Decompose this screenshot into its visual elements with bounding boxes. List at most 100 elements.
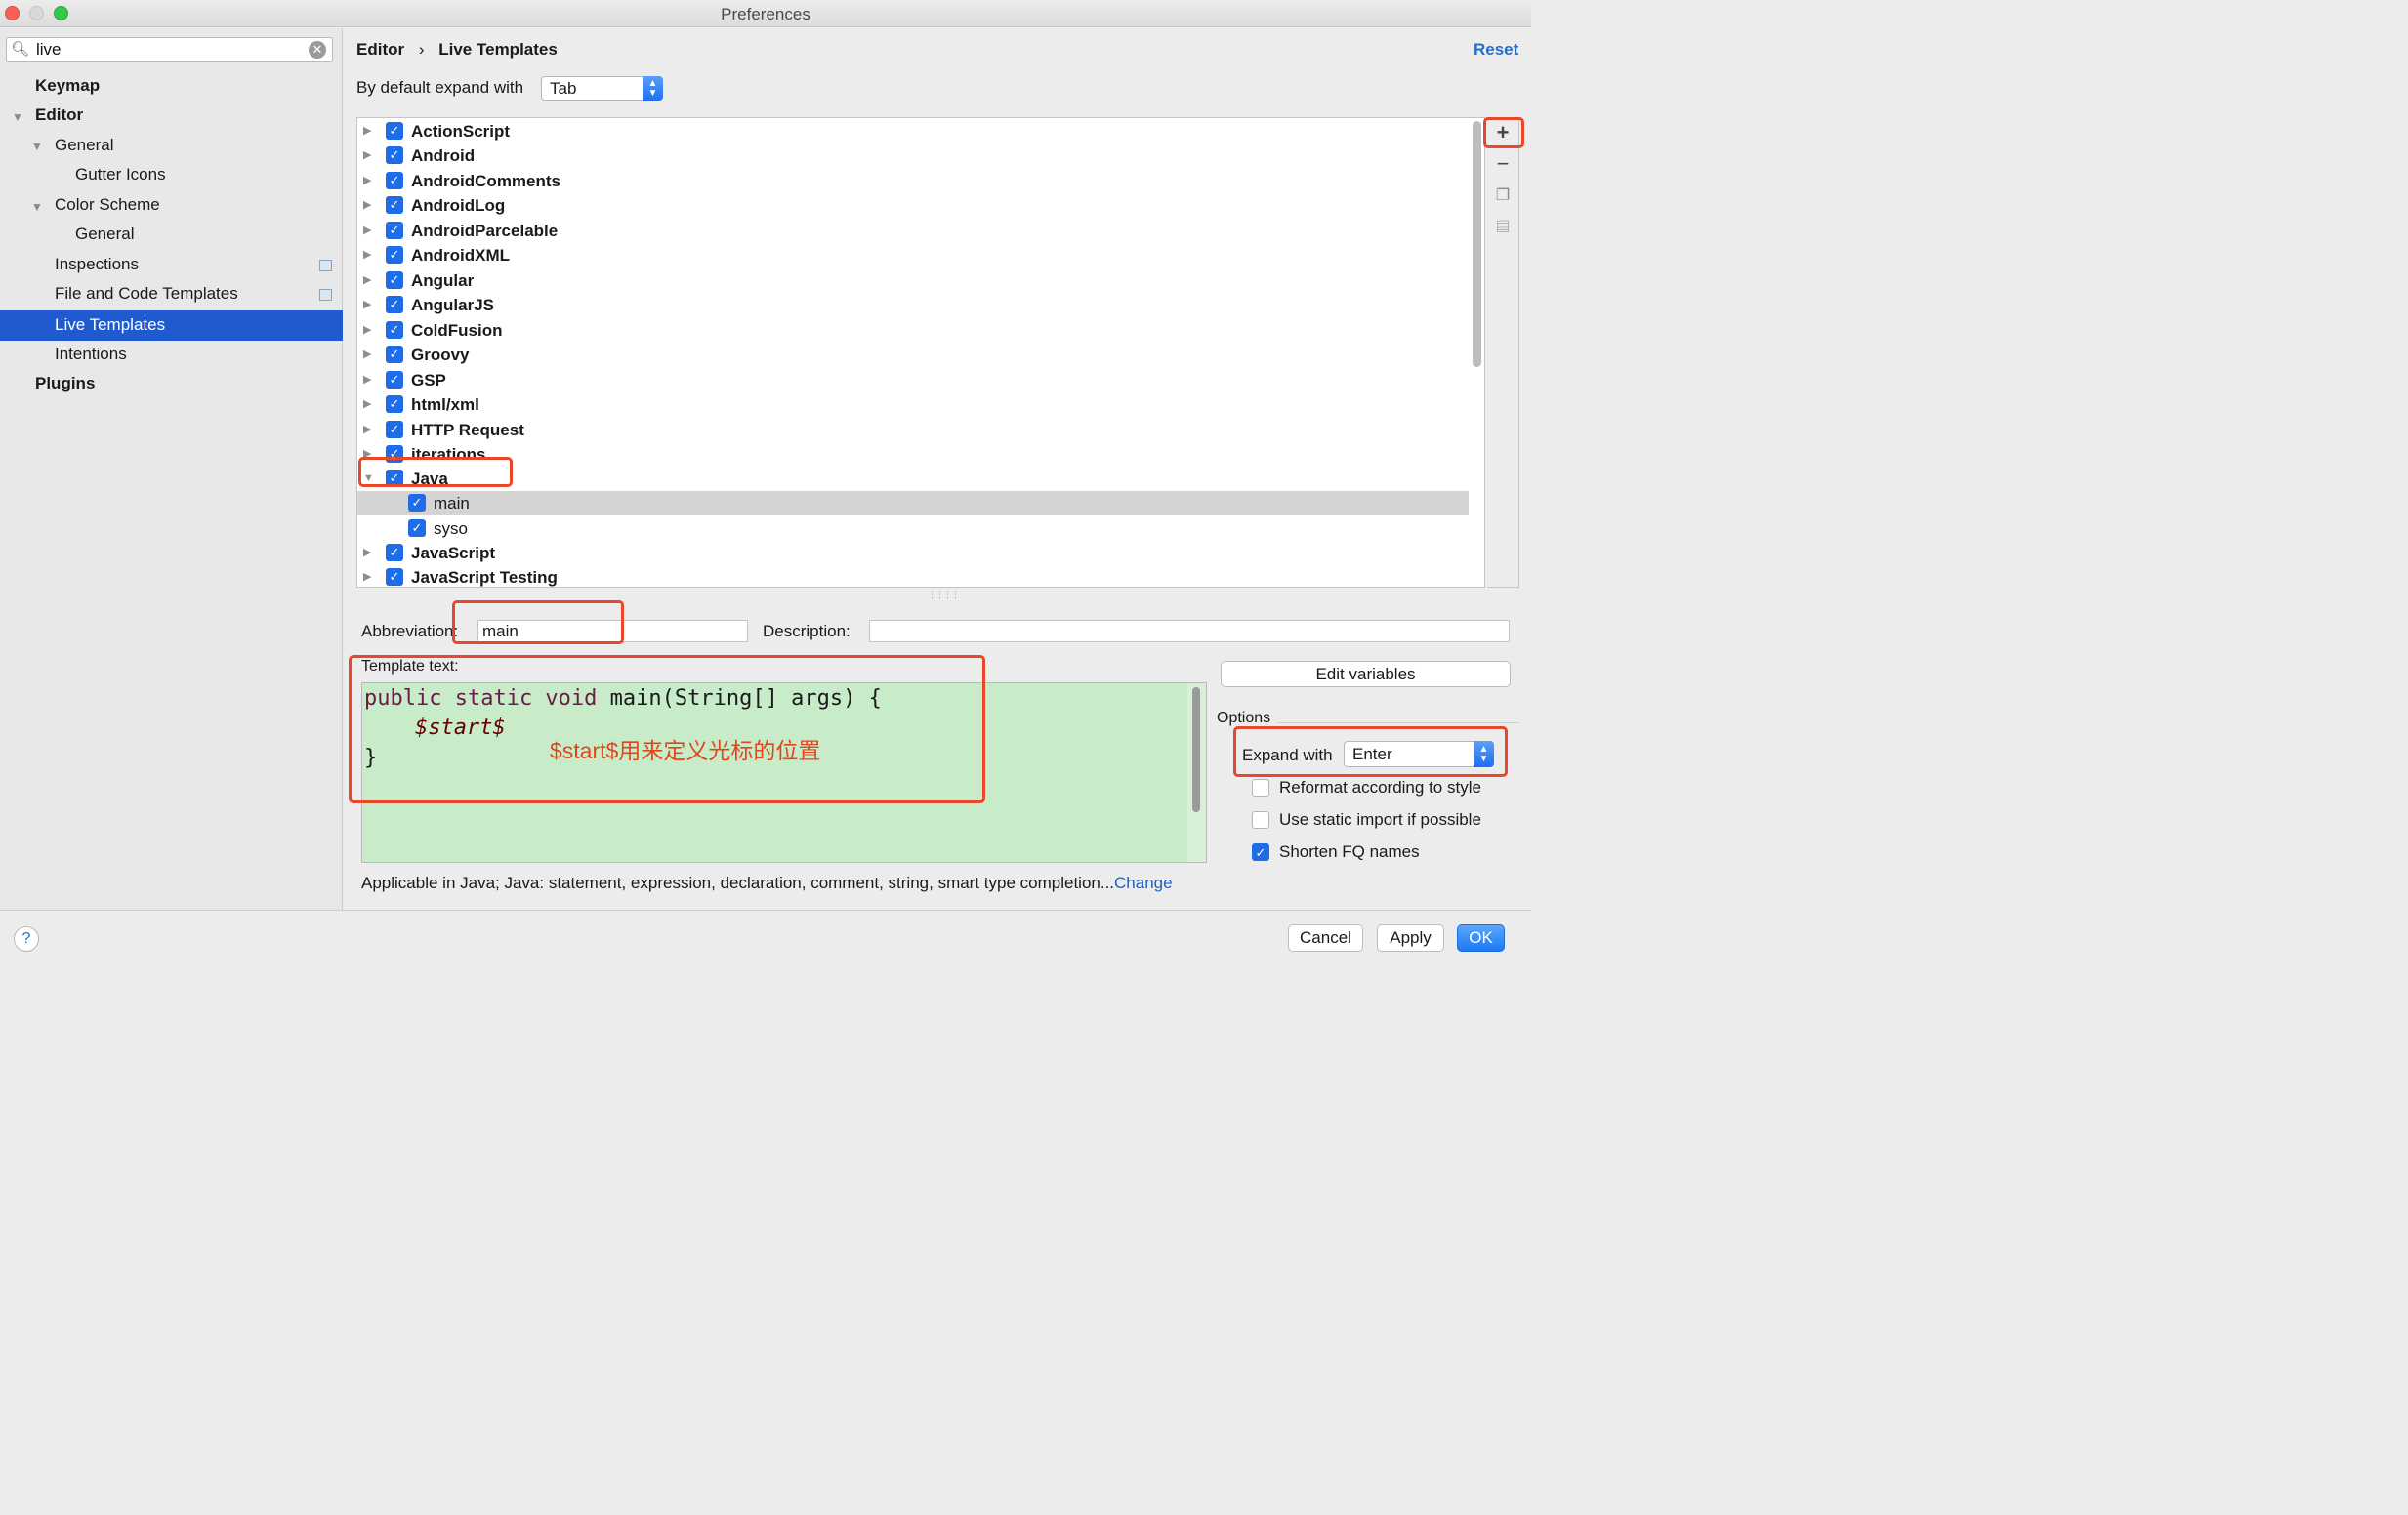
group-checkbox[interactable]: ✓ [386,172,403,189]
template-row-main[interactable]: ✓ main [357,491,1469,515]
window-title: Preferences [721,5,810,23]
ok-button[interactable]: OK [1457,924,1505,952]
group-checkbox[interactable]: ✓ [386,271,403,289]
editor-scrollbar[interactable] [1192,687,1200,812]
template-group-row[interactable]: ▶ ✓ html/xml [357,392,1469,417]
static-import-checkbox[interactable] [1252,811,1269,829]
collapsed-arrow-icon[interactable]: ▶ [363,119,371,143]
group-checkbox[interactable]: ✓ [386,122,403,140]
edit-variables-button[interactable]: Edit variables [1221,661,1511,687]
template-group-row[interactable]: ▶ ✓ HTTP Request [357,418,1469,442]
search-icon[interactable]: 🔍︎ [11,40,29,58]
group-label: html/xml [411,395,479,414]
collapsed-arrow-icon[interactable]: ▶ [363,268,371,293]
template-group-row[interactable]: ▶ ✓ Angular [357,268,1469,293]
reset-link[interactable]: Reset [1474,40,1518,60]
sidebar-item-file-and-code-templates[interactable]: File and Code Templates [55,279,238,308]
template-group-row[interactable]: ▶ ✓ JavaScript Testing [357,565,1469,587]
collapsed-arrow-icon[interactable]: ▶ [363,368,371,392]
group-checkbox[interactable]: ✓ [386,222,403,239]
default-expand-label: By default expand with [356,78,524,97]
collapsed-arrow-icon[interactable]: ▶ [363,193,371,218]
template-group-row[interactable]: ▶ ✓ ColdFusion [357,318,1469,343]
template-group-row[interactable]: ▶ ✓ AndroidLog [357,193,1469,218]
group-checkbox[interactable]: ✓ [386,395,403,413]
group-label: AngularJS [411,296,495,314]
group-checkbox[interactable]: ✓ [386,296,403,313]
group-checkbox[interactable]: ✓ [386,246,403,264]
collapsed-arrow-icon[interactable]: ▶ [363,219,371,243]
copy-icon[interactable]: ❐ [1491,184,1515,208]
sidebar-item-plugins[interactable]: Plugins [35,369,95,398]
template-group-row[interactable]: ▶ ✓ AndroidComments [357,169,1469,193]
template-row-syso[interactable]: ✓ syso [357,516,1469,541]
group-checkbox[interactable]: ✓ [386,346,403,363]
sidebar-item-general[interactable]: General [55,131,113,160]
settings-search-field[interactable]: 🔍︎ live ✕ [6,37,333,62]
group-label: ColdFusion [411,321,503,340]
reformat-checkbox[interactable] [1252,779,1269,797]
template-group-row[interactable]: ▶ ✓ ActionScript [357,119,1469,143]
templates-scrollbar[interactable] [1473,121,1481,367]
collapsed-arrow-icon[interactable]: ▶ [363,318,371,343]
template-group-row[interactable]: ▶ ✓ JavaScript [357,541,1469,565]
collapsed-arrow-icon[interactable]: ▶ [363,243,371,267]
expanded-arrow-icon[interactable]: ▼ [31,200,43,214]
group-checkbox[interactable]: ✓ [386,421,403,438]
group-label: JavaScript [411,544,495,562]
collapsed-arrow-icon[interactable]: ▶ [363,169,371,193]
shorten-fq-checkbox[interactable]: ✓ [1252,843,1269,861]
collapsed-arrow-icon[interactable]: ▶ [363,343,371,367]
template-group-row[interactable]: ▶ ✓ GSP [357,368,1469,392]
splitter-grip[interactable]: ⋮⋮⋮⋮ [928,590,960,600]
template-group-row[interactable]: ▶ ✓ iterations [357,442,1469,467]
remove-icon[interactable]: − [1491,152,1515,176]
collapsed-arrow-icon[interactable]: ▶ [363,392,371,417]
template-group-row[interactable]: ▶ ✓ AndroidParcelable [357,219,1469,243]
title-bar: Preferences [0,0,1531,27]
apply-button[interactable]: Apply [1377,924,1444,952]
collapsed-arrow-icon[interactable]: ▶ [363,293,371,317]
expanded-arrow-icon[interactable]: ▼ [31,140,43,153]
breadcrumb-parent[interactable]: Editor [356,40,404,59]
group-checkbox[interactable]: ✓ [386,146,403,164]
sidebar-item-intentions[interactable]: Intentions [55,340,127,369]
group-checkbox[interactable]: ✓ [386,568,403,586]
expanded-arrow-icon[interactable]: ▼ [12,110,23,124]
sidebar-item-keymap[interactable]: Keymap [35,71,100,101]
template-checkbox[interactable]: ✓ [408,519,426,537]
collapsed-arrow-icon[interactable]: ▶ [363,143,371,168]
sidebar-item-live-templates[interactable]: Live Templates [55,310,165,340]
template-group-row[interactable]: ▶ ✓ AngularJS [357,293,1469,317]
annotation-box-add [1483,117,1524,148]
collapsed-arrow-icon[interactable]: ▶ [363,541,371,565]
group-label: AndroidComments [411,172,560,190]
sidebar-item-editor[interactable]: Editor [35,101,83,130]
group-label: AndroidParcelable [411,222,559,240]
restore-icon[interactable]: ▤ [1491,215,1515,238]
default-expand-select[interactable]: Tab ▲ ▼ [541,76,663,101]
reformat-label: Reformat according to style [1279,778,1481,797]
clear-search-icon[interactable]: ✕ [309,41,326,59]
group-checkbox[interactable]: ✓ [386,371,403,389]
dropdown-arrows-icon[interactable]: ▲ ▼ [643,76,663,101]
template-group-row-java[interactable]: ▼ ✓ Java [357,467,1469,491]
search-input[interactable]: live [36,40,62,60]
cancel-button[interactable]: Cancel [1288,924,1363,952]
collapsed-arrow-icon[interactable]: ▶ [363,418,371,442]
change-link[interactable]: Change [1114,874,1173,892]
help-button[interactable]: ? [14,926,39,952]
sidebar-item-gutter-icons[interactable]: Gutter Icons [75,160,166,189]
collapsed-arrow-icon[interactable]: ▶ [363,565,371,587]
sidebar-item-color-scheme-general[interactable]: General [75,220,134,249]
group-checkbox[interactable]: ✓ [386,544,403,561]
description-field[interactable] [869,620,1510,642]
sidebar-item-color-scheme[interactable]: Color Scheme [55,190,160,220]
template-group-row[interactable]: ▶ ✓ Android [357,143,1469,168]
sidebar-item-inspections[interactable]: Inspections [55,250,139,279]
group-checkbox[interactable]: ✓ [386,321,403,339]
template-group-row[interactable]: ▶ ✓ AndroidXML [357,243,1469,267]
group-checkbox[interactable]: ✓ [386,196,403,214]
template-checkbox[interactable]: ✓ [408,494,426,512]
template-group-row[interactable]: ▶ ✓ Groovy [357,343,1469,367]
